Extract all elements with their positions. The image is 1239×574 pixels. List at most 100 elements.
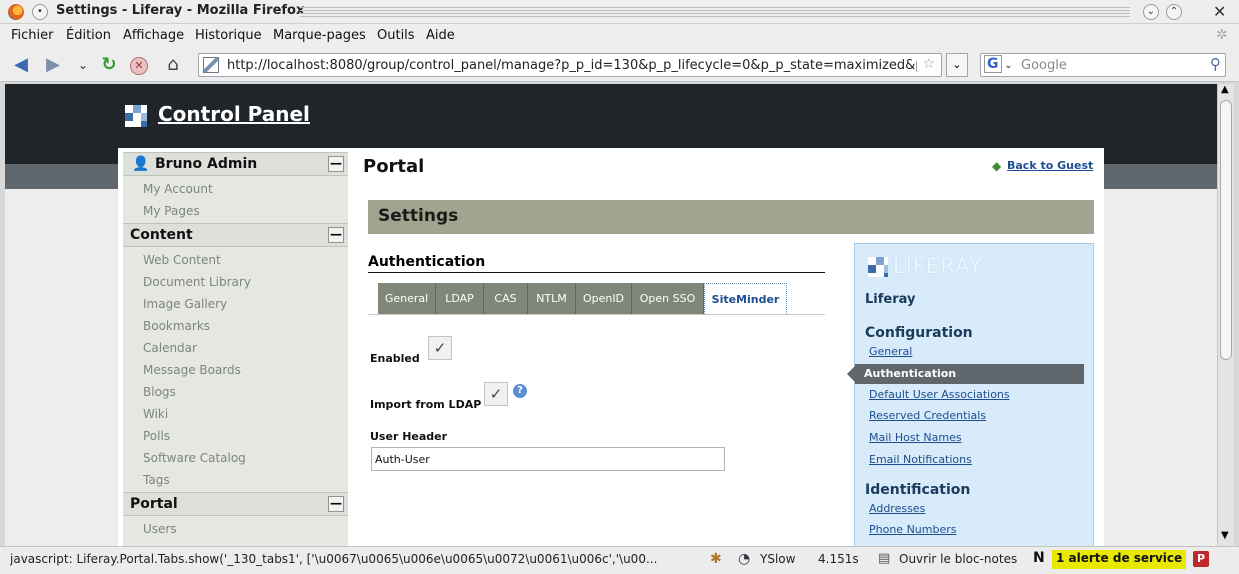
page-viewport: Control Panel 👤 Bruno Admin — My Account… [5, 84, 1217, 546]
sidebar-item-image-gallery[interactable]: Image Gallery [143, 297, 227, 311]
close-window-icon[interactable]: ✕ [1213, 2, 1226, 21]
sidebar-item-blogs[interactable]: Blogs [143, 385, 176, 399]
menu-outils[interactable]: Outils [377, 28, 415, 43]
window-title: Settings - Liferay - Mozilla Firefox [56, 3, 305, 18]
user-section-header: 👤 Bruno Admin — [123, 152, 348, 176]
content-section-title: Content [130, 227, 193, 243]
stop-icon[interactable]: ✕ [130, 57, 148, 75]
nav-link-mail-host-names[interactable]: Mail Host Names [869, 431, 962, 444]
sidebar-item-my-pages[interactable]: My Pages [143, 204, 200, 218]
user-header-input[interactable]: Auth-User [371, 447, 725, 471]
portal-section-title: Portal [130, 496, 178, 512]
sidebar-item-bookmarks[interactable]: Bookmarks [143, 319, 210, 333]
sidebar-item-web-content[interactable]: Web Content [143, 253, 221, 267]
tab-openid[interactable]: OpenID [576, 283, 632, 314]
portal-section-header: Portal — [123, 492, 348, 516]
firebug-icon[interactable]: ✱ [710, 551, 722, 567]
sidebar-item-wiki[interactable]: Wiki [143, 407, 168, 421]
back-to-guest-link[interactable]: Back to Guest [1007, 159, 1093, 172]
sidebar-item-message-boards[interactable]: Message Boards [143, 363, 241, 377]
menu-edition[interactable]: Édition [66, 28, 111, 43]
nav-link-addresses[interactable]: Addresses [869, 502, 925, 515]
settings-title-bar: Settings [368, 200, 1094, 234]
notepad-icon[interactable]: ▤ [878, 551, 890, 566]
tab-siteminder[interactable]: SiteMinder [704, 283, 787, 314]
yslow-icon[interactable]: ◔ [738, 551, 750, 567]
notepad-button[interactable]: Ouvrir le bloc-notes [899, 552, 1017, 566]
search-engine-glyph: G [984, 55, 1002, 73]
yslow-label[interactable]: YSlow [760, 552, 795, 566]
tab-divider [368, 314, 825, 315]
help-icon[interactable]: ? [513, 384, 527, 398]
left-sidebar: 👤 Bruno Admin — My Account My Pages Cont… [123, 152, 348, 546]
search-box[interactable]: G ⌄ Google ⚲ [980, 53, 1226, 77]
search-icon[interactable]: ⚲ [1210, 55, 1221, 73]
tab-general[interactable]: General [378, 283, 436, 314]
forward-icon[interactable]: ▶ [42, 55, 64, 75]
minimize-user-button[interactable]: — [328, 156, 344, 172]
tab-cas[interactable]: CAS [484, 283, 528, 314]
scroll-down-icon[interactable]: ▼ [1221, 530, 1229, 541]
menu-affichage[interactable]: Affichage [123, 28, 184, 43]
home-icon[interactable]: ⌂ [162, 55, 184, 75]
service-alert-badge[interactable]: 1 alerte de service [1052, 550, 1187, 569]
company-name: Liferay [865, 292, 916, 307]
navigation-toolbar: ◀ ▶ ⌄ ↻ ✕ ⌂ http://localhost:8080/group/… [0, 48, 1239, 82]
nav-link-general[interactable]: General [869, 345, 912, 358]
titlebar-grip [300, 7, 1130, 17]
tab-ldap[interactable]: LDAP [436, 283, 484, 314]
maximize-button[interactable]: ⌃ [1166, 4, 1182, 20]
import-from-ldap-checkbox[interactable]: ✓ [484, 382, 508, 406]
configuration-heading: Configuration [865, 325, 973, 341]
notifier-icon[interactable]: N [1033, 550, 1045, 566]
nav-link-reserved-credentials[interactable]: Reserved Credentials [869, 409, 986, 422]
status-bar: javascript: Liferay.Portal.Tabs.show('_1… [0, 546, 1239, 574]
sidebar-item-document-library[interactable]: Document Library [143, 275, 251, 289]
url-bar[interactable]: http://localhost:8080/group/control_pane… [198, 53, 942, 77]
search-engine-icon[interactable]: G ⌄ [984, 55, 1016, 74]
minimize-portal-button[interactable]: — [328, 496, 344, 512]
sidebar-item-tags[interactable]: Tags [143, 473, 170, 487]
menubar: Fichier Édition Affichage Historique Mar… [0, 24, 1239, 48]
settings-navigation-panel: LIFERAY Liferay Configuration General Au… [847, 243, 1094, 546]
back-icon[interactable]: ◀ [10, 55, 32, 75]
menu-aide[interactable]: Aide [426, 28, 455, 43]
menu-marque-pages[interactable]: Marque-pages [273, 28, 366, 43]
reload-icon[interactable]: ↻ [98, 55, 120, 75]
status-message: javascript: Liferay.Portal.Tabs.show('_1… [10, 552, 658, 566]
nav-link-phone-numbers[interactable]: Phone Numbers [869, 523, 957, 536]
sidebar-item-polls[interactable]: Polls [143, 429, 170, 443]
url-dropdown-button[interactable]: ⌄ [946, 53, 968, 77]
sidebar-item-software-catalog[interactable]: Software Catalog [143, 451, 246, 465]
back-arrow-icon: ◆ [992, 159, 1002, 173]
nav-link-authentication[interactable]: Authentication [855, 364, 1084, 384]
enabled-label: Enabled [370, 352, 420, 365]
window-titlebar: • Settings - Liferay - Mozilla Firefox ⌄… [0, 0, 1239, 24]
user-icon: 👤 [132, 156, 150, 172]
nav-link-email-notifications[interactable]: Email Notifications [869, 453, 972, 466]
minimize-content-button[interactable]: — [328, 227, 344, 243]
shade-button[interactable]: ⌄ [1143, 4, 1159, 20]
pdf-icon[interactable]: P [1193, 551, 1209, 567]
authentication-heading: Authentication [368, 254, 825, 273]
history-dropdown-icon[interactable]: ⌄ [72, 55, 94, 75]
enabled-checkbox[interactable]: ✓ [428, 336, 452, 360]
menu-fichier[interactable]: Fichier [11, 28, 54, 43]
url-text[interactable]: http://localhost:8080/group/control_pane… [227, 58, 917, 73]
sidebar-item-my-account[interactable]: My Account [143, 182, 213, 196]
tab-open-sso[interactable]: Open SSO [632, 283, 704, 314]
menu-historique[interactable]: Historique [195, 28, 262, 43]
control-panel-title[interactable]: Control Panel [158, 102, 310, 126]
sidebar-item-calendar[interactable]: Calendar [143, 341, 197, 355]
nav-link-default-user-associations[interactable]: Default User Associations [869, 388, 1010, 401]
search-input[interactable]: Google [1021, 58, 1067, 73]
tab-ntlm[interactable]: NTLM [528, 283, 576, 314]
window-menu-button[interactable]: • [32, 4, 48, 20]
user-header-label: User Header [370, 430, 448, 443]
liferay-brand: LIFERAY [893, 254, 983, 278]
sidebar-item-users[interactable]: Users [143, 522, 177, 536]
scroll-up-icon[interactable]: ▲ [1221, 84, 1229, 95]
vertical-scrollbar[interactable]: ▲ ▼ [1217, 84, 1234, 546]
scrollbar-thumb[interactable] [1220, 100, 1232, 360]
bookmark-star-icon[interactable]: ☆ [922, 56, 935, 72]
